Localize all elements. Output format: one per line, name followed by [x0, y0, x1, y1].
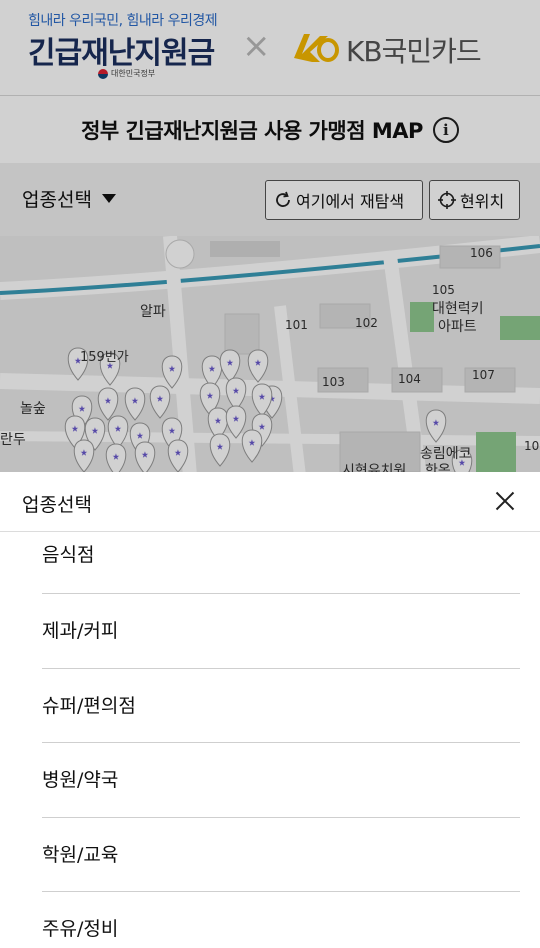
category-list: 음식점 제과/커피 슈퍼/편의점 병원/약국 학원/교육 주유/정비: [42, 532, 520, 948]
category-item-academy[interactable]: 학원/교육: [42, 818, 520, 892]
category-bottom-sheet: 업종선택 음식점 제과/커피 슈퍼/편의점 병원/약국 학원/교육 주유/정비: [0, 472, 540, 948]
sheet-header: 업종선택: [0, 472, 540, 532]
category-item-gas-station[interactable]: 주유/정비: [42, 892, 520, 948]
category-item-bakery-coffee[interactable]: 제과/커피: [42, 594, 520, 669]
dim-overlay[interactable]: [0, 0, 540, 472]
sheet-title: 업종선택: [22, 494, 92, 516]
category-item-restaurant[interactable]: 음식점: [42, 532, 520, 594]
app-page: 힘내라 우리국민, 힘내라 우리경제 긴급재난지원금 대한민국정부 × KB국민…: [0, 0, 540, 948]
category-item-hospital-pharmacy[interactable]: 병원/약국: [42, 743, 520, 818]
close-icon[interactable]: [492, 488, 518, 514]
category-item-supermarket[interactable]: 슈퍼/편의점: [42, 669, 520, 743]
